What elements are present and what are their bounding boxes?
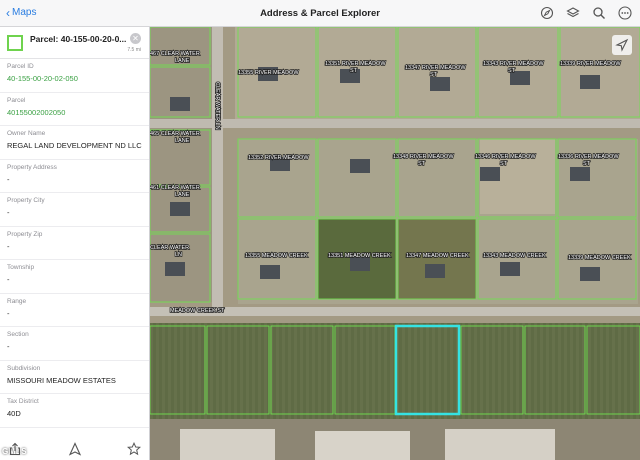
attribute-value: REGAL LAND DEVELOPMENT ND LLC (7, 141, 142, 150)
house-rooftop (350, 159, 370, 173)
attribute-label: Owner Name (7, 130, 46, 137)
parcel-info-panel: Parcel: 40-155-00-20-0... ✕ 7.5 mi Parce… (0, 27, 150, 460)
attribute-value: MISSOURI MEADOW ESTATES (7, 375, 116, 385)
address-label-line2: ST (418, 161, 426, 167)
attribute-row: Property Address - (0, 160, 149, 193)
satellite-map[interactable]: 467 CLEAR WATERLANE13355 RIVER MEADOW133… (150, 27, 640, 460)
address-label: 13347 MEADOW CREEK (406, 253, 469, 259)
parcel-distance: 7.5 mi (127, 47, 141, 53)
address-label: 13351 MEADOW CREEK (328, 253, 391, 259)
parcel-title: Parcel: 40-155-00-20-0... (30, 34, 126, 44)
attribute-value: - (7, 275, 10, 284)
panel-footer: GMLS (0, 438, 149, 460)
address-label: 13355 RIVER MEADOW (238, 70, 299, 76)
parcel-swatch (7, 35, 23, 51)
attribute-value: - (7, 308, 10, 318)
attribute-row: Owner Name REGAL LAND DEVELOPMENT ND LLC (0, 126, 149, 160)
house-rooftop (350, 257, 370, 271)
attribute-row: Range - (0, 294, 149, 327)
attribute-row: Property City - (0, 193, 149, 227)
address-label: 13347 RIVER MEADOW (405, 65, 466, 71)
address-label-line2: LANE (175, 58, 190, 64)
house-rooftop (260, 265, 280, 279)
attribute-label: Tax District (7, 398, 39, 405)
address-label: 13346 RIVER MEADOW (475, 154, 536, 160)
layers-icon[interactable] (566, 6, 580, 20)
attribute-label: Range (7, 297, 27, 305)
share-icon[interactable] (8, 442, 22, 456)
address-label: 13343 MEADOW CREEK (483, 253, 546, 259)
map-view[interactable]: 467 CLEAR WATER LANE 13355 RIVER MEADOW 133… (150, 27, 640, 460)
attribute-value-link[interactable]: 40155002002050 (7, 108, 142, 117)
address-label: 13343 RIVER MEADOW (483, 61, 544, 67)
attribute-label: Township (7, 264, 35, 271)
attribute-row: Tax District 40D (0, 394, 149, 428)
attribute-value: - (7, 241, 10, 251)
attribute-value: - (7, 208, 10, 217)
house-rooftop (165, 262, 185, 276)
attribute-label: Subdivision (7, 364, 41, 372)
panel-header: Parcel: 40-155-00-20-0... ✕ 7.5 mi (0, 27, 149, 59)
address-label-line2: LANE (175, 192, 190, 198)
attribute-label: Property City (7, 197, 45, 204)
address-label: 13351 RIVER MEADOW (325, 61, 386, 67)
favorite-star-icon[interactable] (127, 442, 141, 456)
toolbar (540, 6, 632, 20)
address-label-line2: ST (350, 68, 358, 74)
address-label: 465 CLEAR WATER (150, 131, 200, 137)
attribute-label: Parcel ID (7, 63, 34, 70)
attribute-row: Property Zip - (0, 227, 149, 260)
address-label: 461 CLEAR WATER (150, 185, 200, 191)
address-label-line2: ST (583, 161, 591, 167)
street-label: CLEAR WATER LN (214, 82, 220, 130)
address-label: MEADOW CREEK ST (170, 308, 225, 314)
house-rooftop (480, 167, 500, 181)
address-label: 13336 RIVER MEADOW (558, 154, 619, 160)
attribute-value-link[interactable]: 40-155-00-20-02-050 (7, 74, 142, 83)
house-rooftop (500, 262, 520, 276)
compass-icon[interactable] (540, 6, 554, 20)
close-icon[interactable]: ✕ (130, 33, 141, 44)
address-label-line2: ST (500, 161, 508, 167)
address-label: CLEAR WATER (150, 245, 189, 251)
attribute-label: Section (7, 331, 29, 338)
address-label: 13339 MEADOW CREEK (568, 255, 631, 261)
address-label-line2: ST (508, 68, 516, 74)
attribute-row: Subdivision MISSOURI MEADOW ESTATES (0, 361, 149, 394)
attribute-value: - (7, 342, 10, 351)
address-label: 467 CLEAR WATER (150, 51, 200, 57)
address-label-line2: ST (430, 72, 438, 78)
address-label: 13355 MEADOW CREEK (245, 253, 308, 259)
attribute-row: Parcel 40155002002050 (0, 93, 149, 126)
house-rooftop (170, 97, 190, 111)
address-label: 13352 RIVER MEADOW (248, 155, 309, 161)
ellipsis-icon[interactable] (618, 6, 632, 20)
directions-icon[interactable] (68, 442, 82, 456)
address-label: 13339 RIVER MEADOW (560, 61, 621, 67)
top-bar: ‹ Maps Address & Parcel Explorer (0, 0, 640, 27)
attribute-label: Parcel (7, 96, 26, 104)
search-icon[interactable] (592, 6, 606, 20)
house-rooftop (570, 167, 590, 181)
house-rooftop (170, 202, 190, 216)
house-rooftop (580, 75, 600, 89)
attribute-row: Parcel ID 40-155-00-20-02-050 (0, 59, 149, 93)
attribute-value: - (7, 174, 10, 184)
house-rooftop (425, 264, 445, 278)
attribute-row: Township - (0, 260, 149, 294)
attribute-value: 40D (7, 409, 21, 418)
address-label: 13348 RIVER MEADOW (393, 154, 454, 160)
attribute-label: Property Zip (7, 230, 43, 238)
house-rooftop (430, 77, 450, 91)
location-arrow-icon[interactable] (612, 35, 632, 55)
attribute-row: Section - (0, 327, 149, 361)
address-label-line2: LN (175, 252, 182, 258)
attribute-label: Property Address (7, 163, 57, 171)
address-label-line2: LANE (175, 138, 190, 144)
attribute-list: Parcel ID 40-155-00-20-02-050 Parcel 401550… (0, 59, 149, 428)
house-rooftop (580, 267, 600, 281)
